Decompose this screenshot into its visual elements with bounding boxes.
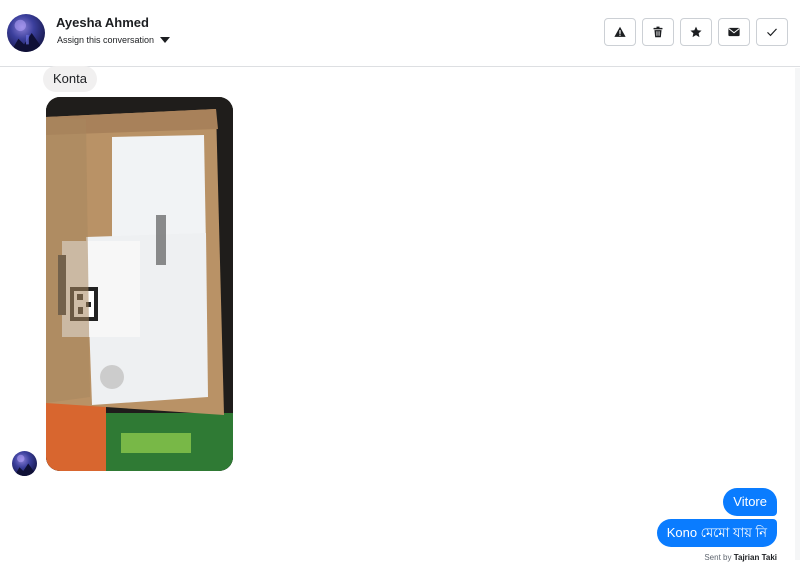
avatar-image (14, 454, 37, 476)
scrollbar[interactable] (795, 68, 800, 560)
contact-avatar[interactable] (7, 14, 45, 52)
envelope-icon (728, 27, 740, 37)
assign-conversation-dropdown[interactable]: Assign this conversation (57, 35, 171, 45)
done-button[interactable] (756, 18, 788, 46)
package-photo[interactable] (46, 97, 233, 471)
assign-label: Assign this conversation (57, 35, 155, 45)
sent-by-prefix: Sent by (704, 553, 732, 562)
package-photo-image (46, 97, 233, 471)
conversation-header: Ayesha Ahmed Assign this conversation (0, 0, 800, 67)
contact-name[interactable]: Ayesha Ahmed (56, 15, 149, 30)
check-icon (767, 28, 777, 37)
chevron-down-icon (160, 36, 171, 43)
warning-icon (614, 26, 626, 37)
trash-icon (653, 26, 663, 38)
star-button[interactable] (680, 18, 712, 46)
outgoing-message: Kono মেমো যায় নি (656, 519, 777, 547)
sender-avatar[interactable] (12, 451, 37, 476)
sent-by-name[interactable]: Tajrian Taki (734, 553, 777, 562)
incoming-message: Konta (43, 66, 97, 92)
mark-unread-button[interactable] (718, 18, 750, 46)
avatar-image (10, 19, 45, 52)
delete-button[interactable] (642, 18, 674, 46)
sent-by-label: Sent by Tajrian Taki (704, 553, 777, 562)
report-button[interactable] (604, 18, 636, 46)
star-icon (690, 26, 702, 38)
outgoing-message: Vitore (723, 488, 777, 516)
header-actions (604, 18, 788, 46)
